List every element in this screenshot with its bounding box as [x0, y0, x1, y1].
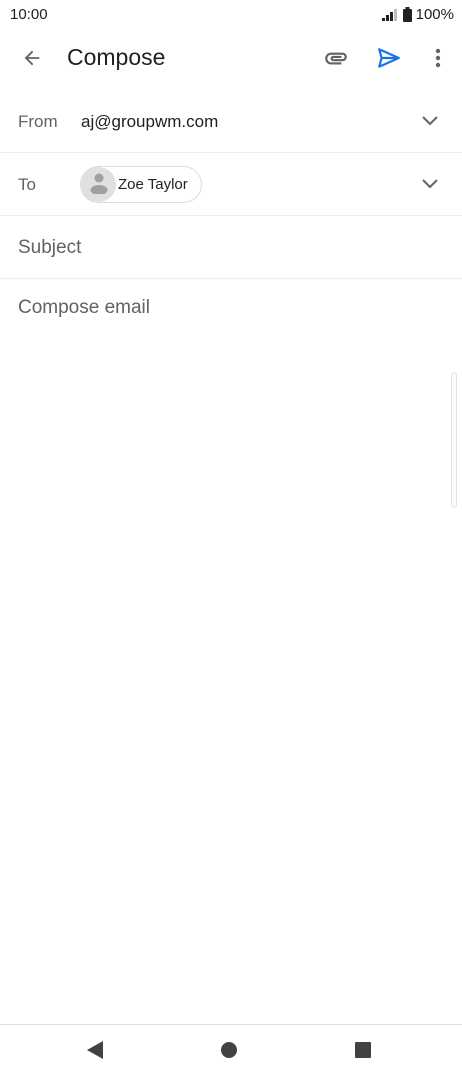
system-nav-bar: [0, 1024, 462, 1078]
nav-recents-button[interactable]: [350, 1039, 376, 1065]
subject-input[interactable]: Subject: [18, 237, 81, 259]
status-time: 10:00: [10, 6, 48, 23]
to-expand-button[interactable]: [414, 169, 446, 201]
chevron-down-icon: [421, 113, 439, 131]
person-icon: [88, 170, 110, 199]
attach-button[interactable]: [316, 40, 356, 80]
battery-percent: 100%: [415, 6, 454, 23]
to-label: To: [18, 175, 36, 194]
from-label: From: [18, 112, 58, 131]
nav-home-icon: [220, 1041, 238, 1064]
compose-body-input[interactable]: Compose email: [18, 297, 150, 319]
nav-back-button[interactable]: [82, 1039, 108, 1065]
to-row: To Zoe Taylor: [0, 153, 462, 216]
more-vert-icon: [435, 48, 441, 73]
from-dropdown-button[interactable]: [414, 106, 446, 138]
back-arrow-icon: [21, 47, 43, 74]
chevron-down-icon: [421, 176, 439, 194]
from-row: From aj@groupwm.com: [0, 91, 462, 153]
scrollbar[interactable]: [451, 372, 457, 508]
recipient-name: Zoe Taylor: [118, 176, 188, 193]
back-button[interactable]: [12, 40, 52, 80]
battery-icon: [402, 7, 412, 22]
nav-recents-icon: [354, 1041, 372, 1064]
status-icons: 100%: [381, 6, 454, 23]
send-button[interactable]: [369, 40, 409, 80]
avatar: [81, 167, 116, 202]
nav-back-icon: [86, 1040, 104, 1065]
status-bar: 10:00 100%: [0, 0, 462, 30]
send-icon: [376, 45, 402, 76]
recipient-chip[interactable]: Zoe Taylor: [80, 166, 202, 203]
nav-home-button[interactable]: [216, 1039, 242, 1065]
from-account[interactable]: aj@groupwm.com: [81, 112, 218, 132]
more-options-button[interactable]: [418, 40, 458, 80]
paperclip-icon: [323, 45, 349, 76]
signal-icon: [381, 8, 399, 22]
subject-row: Subject: [0, 216, 462, 279]
page-title: Compose: [67, 44, 166, 70]
app-bar: Compose: [0, 30, 462, 88]
